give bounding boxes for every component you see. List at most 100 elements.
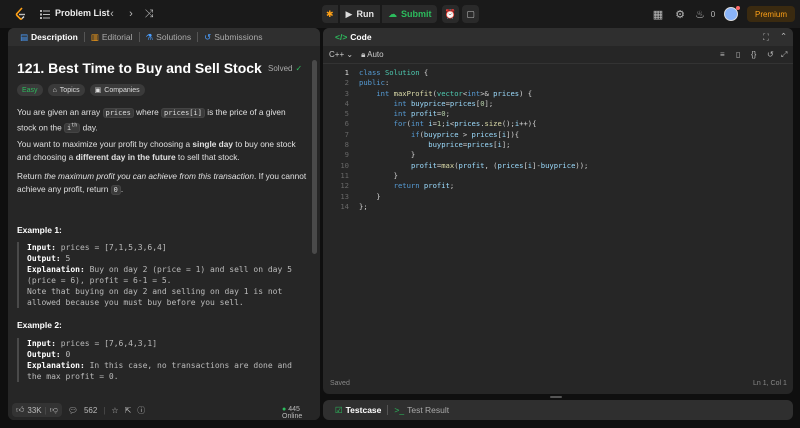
description-panel: ▤ Description ▥ Editorial ⚗ Solutions ↺ … [8, 28, 320, 420]
tab-editorial[interactable]: ▥ Editorial [87, 32, 137, 43]
help-icon[interactable]: ⓘ [137, 405, 145, 416]
settings-icon[interactable]: ⤢ [781, 50, 787, 60]
line-number: 4 [344, 98, 349, 108]
notes-button[interactable]: ▢ [462, 5, 479, 23]
tab-code[interactable]: </> Code [331, 32, 376, 42]
like-count: 33K [27, 405, 42, 415]
tab-label: Code [350, 32, 372, 42]
flask-icon: ⚗ [145, 31, 154, 42]
tab-submissions[interactable]: ↺ Submissions [200, 32, 266, 43]
run-submit-group: ✱ ▶ Run ☁ Submit [322, 5, 438, 23]
share-icon[interactable]: ⇱ [125, 406, 132, 415]
code-line[interactable]: 5 int profit=0; [323, 109, 793, 119]
code-line[interactable]: 6 for(int i=1;i<prices.size();i++){ [323, 119, 793, 129]
code-line[interactable]: 1 class Solution { [323, 68, 793, 78]
star-icon[interactable]: ☆ [111, 406, 118, 415]
code-line[interactable]: 2 public: [323, 78, 793, 88]
play-icon: ▶ [345, 8, 353, 19]
tab-solutions[interactable]: ⚗ Solutions [142, 32, 196, 43]
code-text: class Solution { [359, 68, 429, 77]
divider [83, 32, 85, 42]
paragraph-3: Return the maximum profit you can achiev… [17, 171, 307, 195]
line-number: 3 [344, 88, 349, 98]
line-number: 6 [344, 119, 349, 129]
cursor-position: Ln 1, Col 1 [753, 380, 787, 387]
notification-dot [736, 6, 740, 10]
code-toolbar: C++ ⌄ 🔒︎ Auto ≡ ▯ {} ↺ ⤢ [323, 46, 793, 64]
code-header: </> Code ⛶ ⌃ [323, 28, 793, 46]
code-text: int maxProfit(vector<int>& prices) { [376, 88, 533, 98]
check-circle-icon: ✓ [295, 64, 303, 73]
auto-mode-toggle[interactable]: 🔒︎ Auto [361, 50, 384, 60]
code-line[interactable]: 13 } [323, 192, 793, 202]
divider: | [44, 405, 47, 415]
line-number: 1 [344, 68, 349, 77]
resize-handle[interactable] [550, 396, 562, 398]
problem-title[interactable]: 121. Best Time to Buy and Sell Stock [17, 60, 262, 76]
timer-button[interactable]: ⏰ [442, 5, 459, 23]
chevron-left-icon[interactable]: ‹ [105, 7, 119, 21]
chevron-right-icon[interactable]: › [124, 7, 138, 21]
maximize-icon[interactable]: ⛶ [763, 32, 769, 43]
code-text: public: [359, 78, 390, 88]
tab-test-result[interactable]: >_ Test Result [390, 405, 453, 415]
line-number: 9 [344, 150, 349, 160]
code-icon: </> [335, 32, 348, 42]
debug-button[interactable]: ✱ [322, 5, 338, 23]
layout-grid-icon[interactable]: ▦ [651, 7, 665, 21]
comment-icon[interactable]: 💬︎ [68, 406, 78, 415]
line-number: 11 [340, 170, 349, 180]
code-text: profit=max(profit, (prices[i]-buyprice))… [410, 160, 589, 170]
language-select[interactable]: C++ ⌄ [329, 50, 353, 59]
save-status: Saved [330, 380, 350, 387]
comment-count[interactable]: 562 [84, 406, 97, 415]
divider [138, 32, 140, 42]
run-label: Run [356, 9, 374, 19]
reset-icon[interactable]: ↺ [767, 50, 774, 59]
document-icon: ▤ [20, 31, 29, 42]
thumbs-down-icon[interactable]: 👎︎ [50, 405, 58, 415]
example-1-heading: Example 1: [17, 225, 62, 235]
left-tabs: ▤ Description ▥ Editorial ⚗ Solutions ↺ … [8, 28, 320, 46]
chevron-up-icon[interactable]: ⌃ [780, 31, 787, 42]
thumbs-up-icon[interactable]: 👍︎ [16, 405, 24, 415]
tab-description[interactable]: ▤ Description [16, 32, 82, 43]
code-line[interactable]: 3 int maxProfit(vector<int>& prices) { [323, 89, 793, 99]
submit-button[interactable]: ☁ Submit [381, 5, 438, 23]
list-icon[interactable] [39, 8, 51, 20]
code-line[interactable]: 9 } [323, 150, 793, 160]
shuffle-icon[interactable]: ⤨ [142, 7, 156, 21]
streak-fire-icon[interactable]: ♨ [693, 7, 707, 21]
solved-label: Solved [268, 64, 293, 73]
code-line[interactable]: 12 return profit; [323, 181, 793, 191]
bookmark-icon[interactable]: ▯ [736, 50, 740, 59]
terminal-icon: >_ [394, 405, 405, 415]
topics-label: Topics [59, 86, 80, 94]
problem-list-link[interactable]: Problem List [55, 8, 110, 18]
premium-button[interactable]: Premium [747, 6, 795, 22]
topics-tag[interactable]: ⌂ Topics [47, 84, 85, 96]
leetcode-logo-icon[interactable] [14, 7, 28, 21]
code-line[interactable]: 14}; [323, 202, 793, 212]
code-line[interactable]: 10 profit=max(profit, (prices[i]-buypric… [323, 161, 793, 171]
code-line[interactable]: 4 int buyprice=prices[0]; [323, 99, 793, 109]
book-icon: ▥ [90, 31, 99, 42]
tab-testcase[interactable]: ☑ Testcase [331, 405, 385, 416]
code-editor[interactable]: 1 class Solution {2 public: 3 int maxProfit… [323, 68, 793, 368]
gear-icon[interactable]: ⚙ [673, 7, 687, 21]
format-icon[interactable]: ≡ [720, 50, 725, 59]
line-number: 5 [344, 109, 349, 119]
companies-tag[interactable]: ▣ Companies [89, 84, 145, 96]
bug-icon: ✱ [326, 8, 334, 19]
run-button[interactable]: ▶ Run [339, 5, 380, 23]
code-line[interactable]: 7 if(buyprice > prices[i]){ [323, 130, 793, 140]
alarm-icon: ⏰ [444, 8, 457, 19]
divider [387, 405, 389, 415]
companies-label: Companies [104, 86, 140, 94]
code-line[interactable]: 11 } [323, 171, 793, 181]
braces-icon[interactable]: {} [751, 50, 756, 59]
code-text: int buyprice=prices[0]; [393, 98, 494, 108]
code-line[interactable]: 8 buyprice=prices[i]; [323, 140, 793, 150]
tab-label: Submissions [214, 32, 263, 42]
description-scrollbar[interactable] [312, 60, 317, 254]
